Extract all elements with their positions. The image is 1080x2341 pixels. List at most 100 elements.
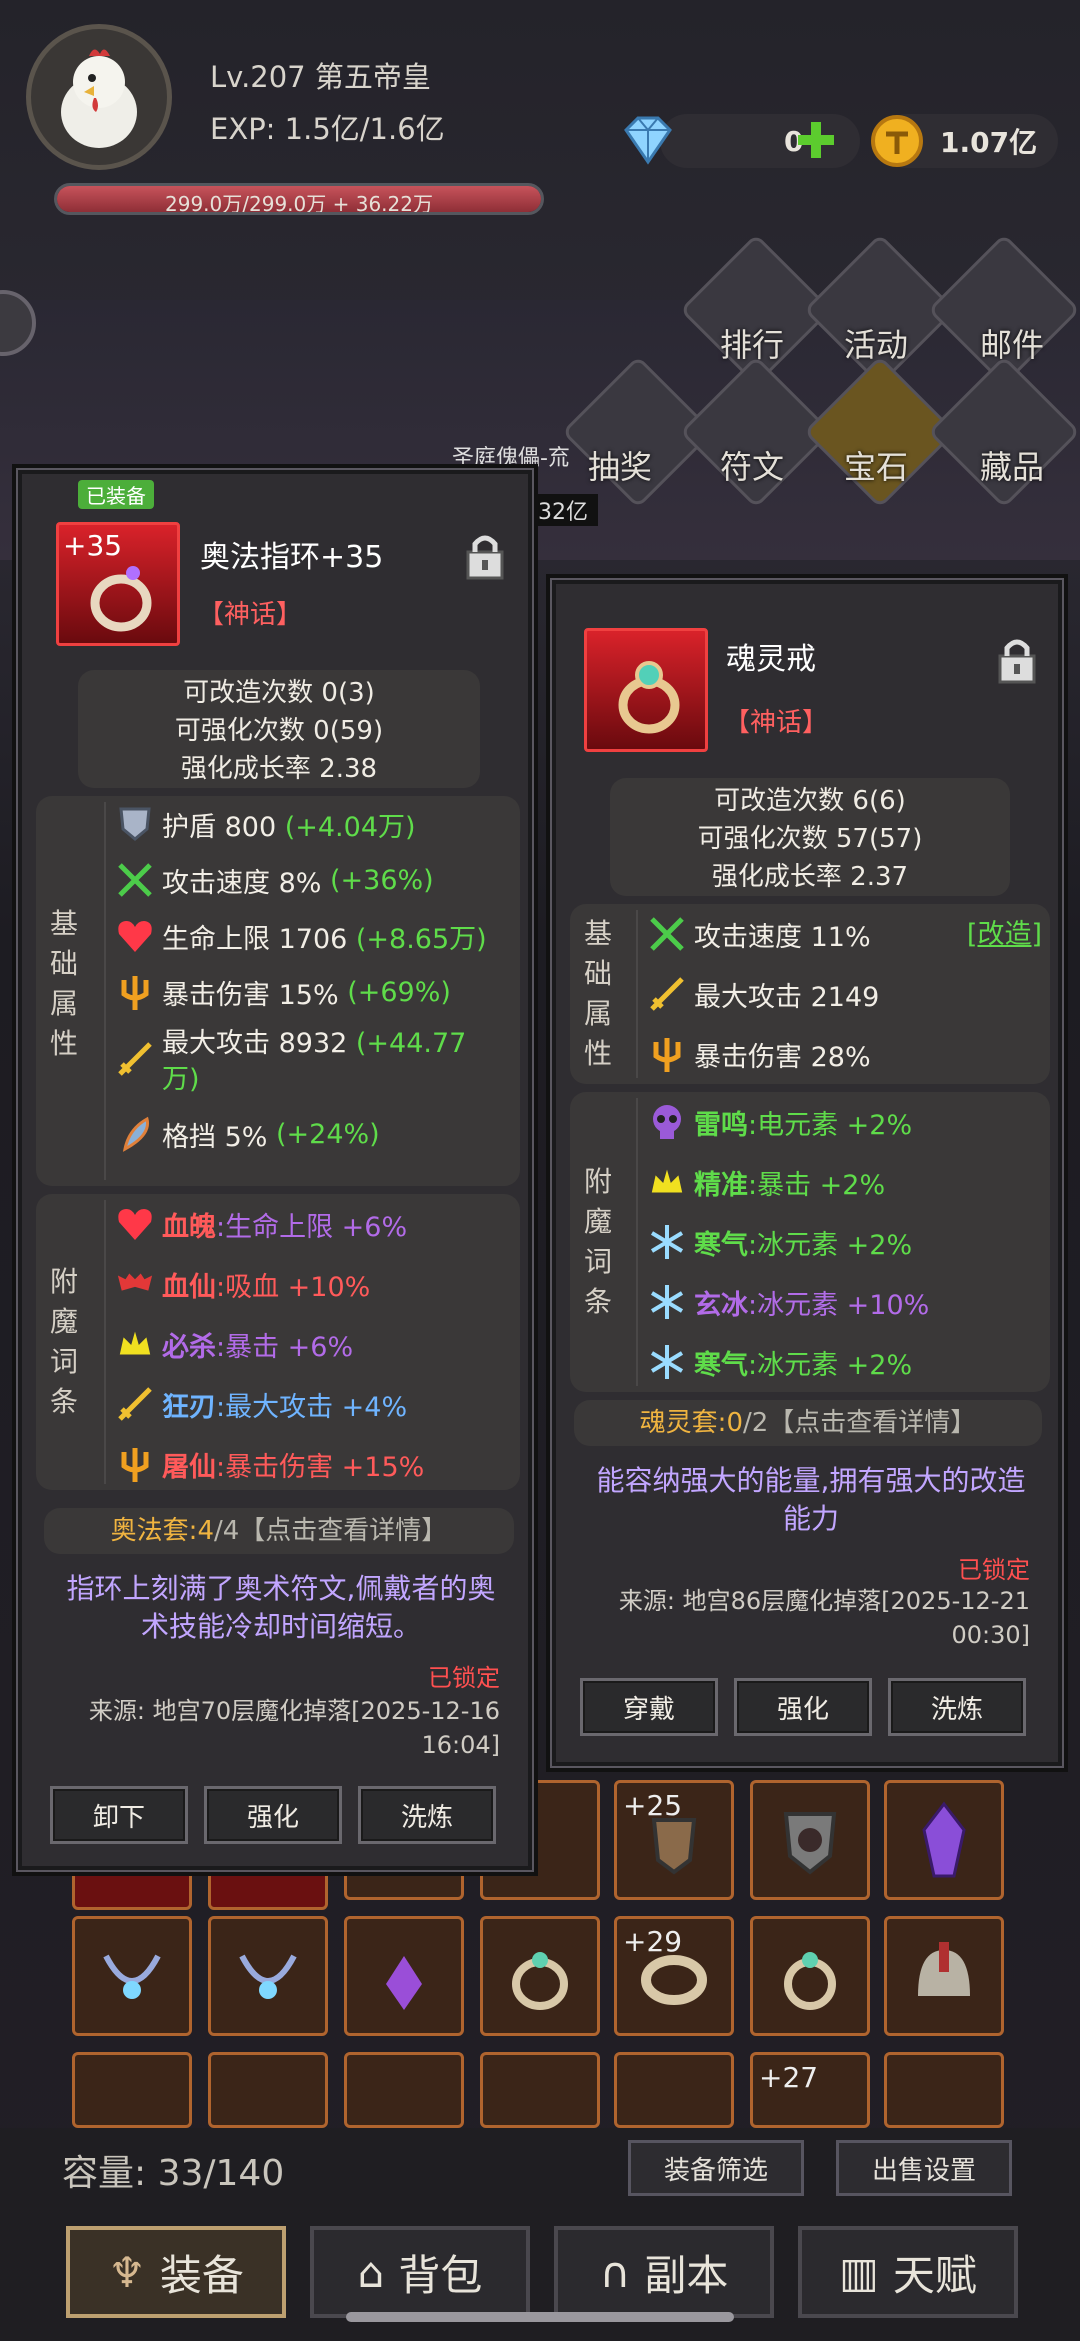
inventory-slot[interactable] [884, 1780, 1004, 1900]
tab-dungeon[interactable]: ∩ 副本 [554, 2226, 774, 2318]
add-gems-button[interactable] [792, 112, 840, 168]
heart-icon [116, 1205, 154, 1243]
player-avatar[interactable] [26, 24, 172, 170]
stat-crit-damage: 暴击伤害 28% [648, 1024, 968, 1084]
base-stat-list: 护盾 800 (+4.04万) 攻击速度 8% (+36%) 生命上限 1706… [116, 796, 516, 1162]
lock-icon[interactable] [996, 636, 1038, 686]
plus-icon [798, 122, 834, 158]
locked-status: 已锁定 [428, 1664, 500, 1692]
collection-button[interactable]: 藏品 [927, 355, 1080, 509]
lock-icon[interactable] [464, 532, 506, 582]
locked-status: 已锁定 [958, 1556, 1030, 1584]
blade-icon [116, 1115, 154, 1153]
snowflake-icon [648, 1343, 686, 1381]
enhance-button[interactable]: 强化 [204, 1786, 342, 1844]
boss-name: 圣庭傀儡-㐬 [452, 446, 570, 471]
inventory-slot[interactable] [480, 1916, 600, 2036]
enhance-count: 可强化次数 57(57) [697, 824, 923, 854]
enhance-button[interactable]: 强化 [734, 1678, 872, 1736]
unequip-button[interactable]: 卸下 [50, 1786, 188, 1844]
player-exp: EXP: 1.5亿/1.6亿 [210, 112, 445, 146]
set-bonus-link[interactable]: 魂灵套:0/2【点击查看详情】 [574, 1400, 1042, 1446]
gold-coin-icon [871, 115, 923, 167]
snowflake-icon [648, 1283, 686, 1321]
rune-button[interactable]: 符文 [679, 355, 833, 509]
snowflake-icon [648, 1223, 686, 1261]
enchant-list: 血魄:生命上限 +6% 血仙:吸血 +10% 必杀:暴击 +6% 狂刃:最大攻击… [116, 1194, 516, 1494]
inventory-slot[interactable] [72, 1916, 192, 2036]
base-attributes: 基础属性 护盾 800 (+4.04万) 攻击速度 8% (+36%) 生命上限… [36, 796, 520, 1186]
enchant-row: 寒气:冰元素 +2% [648, 1212, 1048, 1272]
tab-backpack-label: 背包 [398, 2250, 483, 2300]
item-name: 魂灵戒 [726, 642, 816, 677]
enchant-row: 雷鸣:电元素 +2% [648, 1092, 1048, 1152]
inventory-slot[interactable] [72, 2052, 192, 2128]
inventory-slot[interactable] [208, 1916, 328, 2036]
slot-level: +29 [623, 1925, 683, 1958]
growth-rate: 强化成长率 2.37 [711, 862, 909, 892]
tab-dungeon-label: 副本 [644, 2250, 729, 2300]
inventory-slot[interactable] [884, 1916, 1004, 2036]
modify-link[interactable]: [改造] [967, 912, 1042, 951]
upgrade-info: 可改造次数 6(6) 可强化次数 57(57) 强化成长率 2.37 [610, 778, 1010, 896]
trident-icon [116, 1445, 154, 1483]
stat-max-hp: 生命上限 1706 (+8.65万) [116, 908, 516, 964]
inventory-slot[interactable] [208, 2052, 328, 2128]
base-attributes-label: 基础属性 [49, 907, 78, 1060]
mail-button[interactable]: 邮件 [927, 233, 1080, 387]
enchant-attributes: 附魔词条 雷鸣:电元素 +2% 精准:暴击 +2% 寒气:冰元素 +2% 玄冰:… [570, 1092, 1050, 1392]
inventory-slot[interactable] [750, 1780, 870, 1900]
sell-settings-button[interactable]: 出售设置 [836, 2140, 1012, 2196]
refine-button[interactable]: 洗炼 [358, 1786, 496, 1844]
inventory-slot[interactable] [344, 2052, 464, 2128]
inventory-slot[interactable] [344, 1916, 464, 2036]
inventory-slot[interactable]: +29 [614, 1916, 734, 2036]
tab-backpack[interactable]: ⌂ 背包 [310, 2226, 530, 2318]
boss-amount: 32亿 [528, 494, 598, 526]
diamond-icon [624, 116, 672, 165]
event-button[interactable]: 活动 [803, 233, 957, 387]
enchant-row: 玄冰:冰元素 +10% [648, 1272, 1048, 1332]
chicken-avatar-icon [61, 49, 137, 148]
tab-talent[interactable]: ▥ 天赋 [798, 2226, 1018, 2318]
gem-button[interactable]: 宝石 [803, 355, 957, 509]
refine-button[interactable]: 洗炼 [888, 1678, 1026, 1736]
equip-button[interactable]: 穿戴 [580, 1678, 718, 1736]
base-attributes-label: 基础属性 [583, 917, 612, 1070]
item-slot: +35 [56, 522, 180, 646]
stat-max-attack: 最大攻击 8932 (+44.77 万) [116, 1020, 516, 1100]
stat-max-attack: 最大攻击 2149 [648, 964, 968, 1024]
inventory-slot[interactable] [614, 2052, 734, 2128]
skull-icon [648, 1103, 686, 1141]
equipment-filter-button[interactable]: 装备筛选 [628, 2140, 804, 2196]
enchant-row: 狂刃:最大攻击 +4% [116, 1374, 516, 1434]
slot-level: +25 [623, 1789, 683, 1822]
purple-crystal-icon [922, 1801, 966, 1878]
growth-rate: 强化成长率 2.38 [180, 754, 378, 784]
rank-button[interactable]: 排行 [679, 233, 833, 387]
reforge-count: 可改造次数 0(3) [183, 678, 375, 708]
crown-icon [116, 1325, 154, 1363]
enhance-count: 可强化次数 0(59) [174, 716, 384, 746]
set-bonus-link[interactable]: 奥法套:4/4【点击查看详情】 [44, 1508, 514, 1554]
inventory-slot[interactable] [750, 1916, 870, 2036]
sword-icon [116, 1040, 154, 1078]
item-rarity: 【神话】 [724, 708, 829, 738]
upgrade-info: 可改造次数 0(3) 可强化次数 0(59) 强化成长率 2.38 [78, 670, 480, 788]
enchant-row: 必杀:暴击 +6% [116, 1314, 516, 1374]
sword-icon [648, 975, 686, 1013]
lottery-button[interactable]: 抽奖 [561, 355, 715, 509]
base-attributes: 基础属性 [改造] 攻击速度 11% 最大攻击 2149 暴击伤害 28% [570, 904, 1050, 1084]
mail-label: 邮件 [980, 326, 1045, 364]
inventory-slot[interactable]: +25 [614, 1780, 734, 1900]
item-description: 能容纳强大的能量,拥有强大的改造能力 [596, 1464, 1026, 1535]
reforge-count: 可改造次数 6(6) [714, 786, 906, 816]
inventory-slot[interactable]: +27 [750, 2052, 870, 2128]
inventory-slot[interactable] [884, 2052, 1004, 2128]
enchant-row: 屠仙:暴击伤害 +15% [116, 1434, 516, 1494]
inventory-slot[interactable] [480, 2052, 600, 2128]
tab-equipment[interactable]: ♆ 装备 [66, 2226, 286, 2318]
item-name: 奥法指环+35 [200, 540, 384, 575]
necklace-icon [239, 1954, 297, 1999]
ring-icon [784, 1952, 836, 2010]
